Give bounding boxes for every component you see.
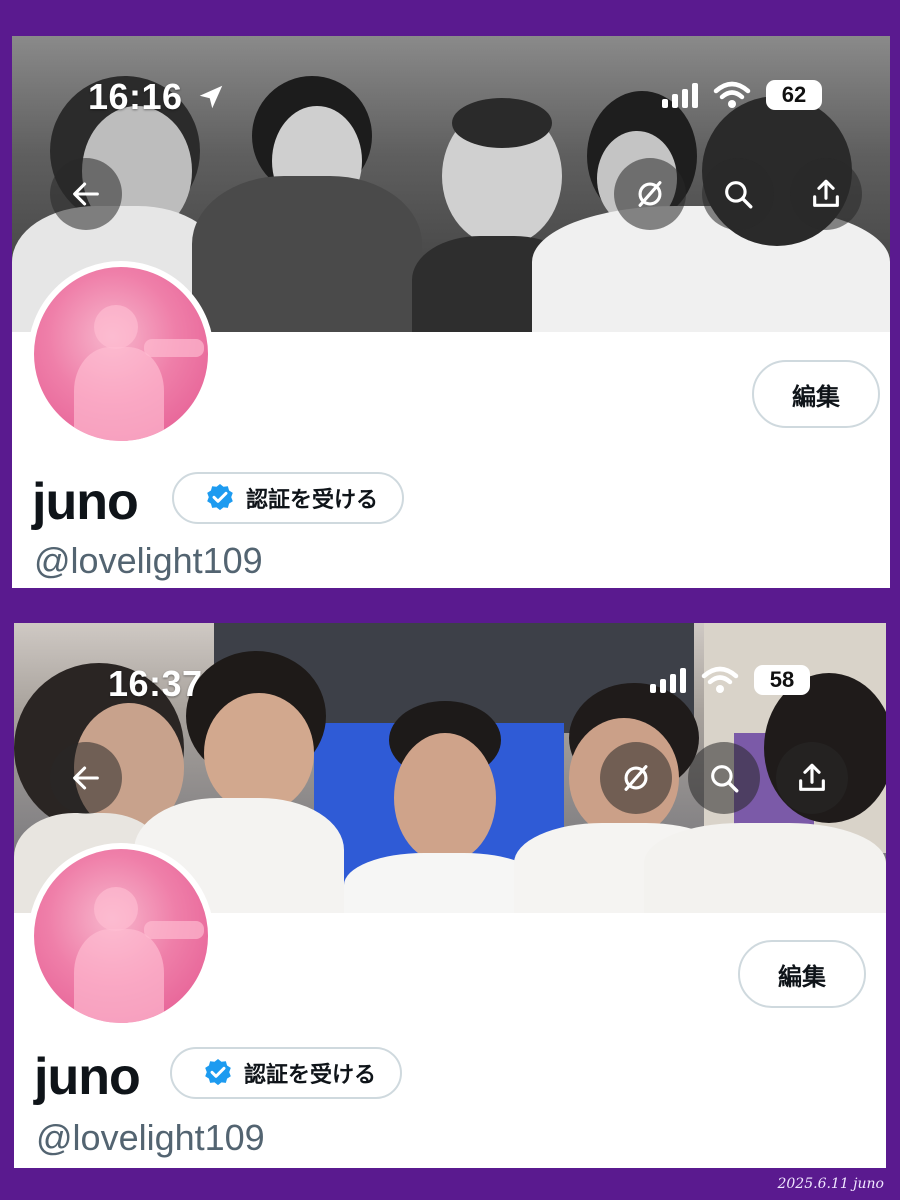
grok-slash-icon bbox=[624, 765, 648, 791]
profile-screenshot-2: 16:37 58 編集 juno 認証を受ける @lovelight109 bbox=[14, 623, 886, 1168]
get-verified-button[interactable]: 認証を受ける bbox=[170, 1047, 403, 1099]
battery-indicator: 58 bbox=[754, 665, 810, 695]
signal-bars-icon bbox=[662, 82, 698, 108]
back-button[interactable] bbox=[50, 158, 122, 230]
share-button[interactable] bbox=[790, 158, 862, 230]
signal-bars-icon bbox=[650, 667, 686, 693]
user-handle: @lovelight109 bbox=[36, 1117, 265, 1158]
avatar[interactable] bbox=[28, 843, 214, 1029]
search-button[interactable] bbox=[702, 158, 774, 230]
share-upload-icon bbox=[813, 179, 839, 207]
search-icon bbox=[725, 181, 753, 209]
profile-screenshot-1: 16:16 62 編集 juno 認証を受ける @lovelight109 bbox=[12, 36, 890, 588]
search-button[interactable] bbox=[688, 742, 760, 814]
wifi-icon bbox=[701, 666, 739, 693]
verified-badge-icon bbox=[205, 1059, 231, 1086]
avatar[interactable] bbox=[28, 261, 214, 447]
display-name: juno bbox=[32, 473, 139, 531]
grok-button[interactable] bbox=[600, 742, 672, 814]
edit-profile-button[interactable]: 編集 bbox=[738, 940, 866, 1008]
share-upload-icon bbox=[799, 763, 825, 791]
back-button[interactable] bbox=[50, 742, 122, 814]
wifi-icon bbox=[713, 81, 751, 108]
back-arrow-icon bbox=[73, 182, 99, 206]
grok-button[interactable] bbox=[614, 158, 686, 230]
grok-slash-icon bbox=[638, 181, 662, 207]
status-time: 16:37 bbox=[108, 663, 203, 704]
signature-caption: 2025.6.11 juno bbox=[777, 1176, 884, 1192]
edit-profile-button[interactable]: 編集 bbox=[752, 360, 880, 428]
verified-badge-icon bbox=[207, 484, 233, 511]
get-verified-button[interactable]: 認証を受ける bbox=[172, 472, 405, 524]
location-arrow-icon bbox=[199, 85, 223, 109]
share-button[interactable] bbox=[776, 742, 848, 814]
status-indicators: 58 bbox=[650, 665, 810, 695]
search-icon bbox=[711, 765, 739, 793]
user-handle: @lovelight109 bbox=[34, 540, 263, 581]
get-verified-label: 認証を受ける bbox=[244, 1063, 377, 1088]
battery-indicator: 62 bbox=[766, 80, 822, 110]
display-name: juno bbox=[34, 1048, 141, 1106]
back-arrow-icon bbox=[73, 766, 99, 790]
status-time: 16:16 bbox=[88, 76, 183, 117]
status-indicators: 62 bbox=[662, 80, 822, 110]
get-verified-label: 認証を受ける bbox=[246, 488, 379, 513]
